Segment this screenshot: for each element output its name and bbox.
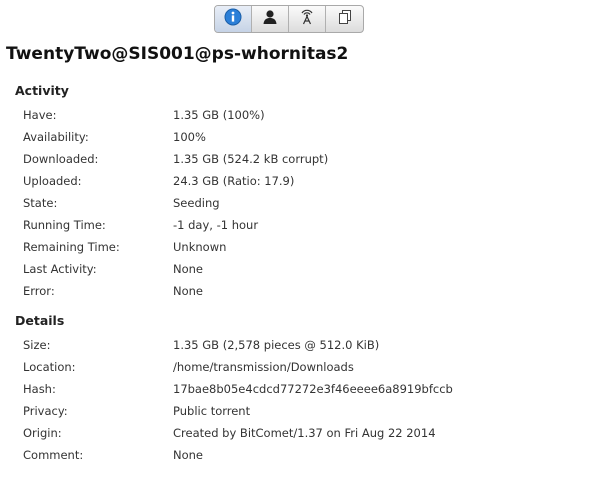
row-label: Origin:	[23, 426, 62, 440]
row-value: 1.35 GB (2,578 pieces @ 512.0 KiB)	[173, 338, 380, 352]
row-label: Size:	[23, 338, 51, 352]
tab-peers[interactable]	[252, 6, 289, 32]
row-value: 1.35 GB (100%)	[173, 108, 265, 122]
peers-icon	[261, 8, 279, 30]
row-label: Availability:	[23, 130, 89, 144]
activity-row-downloaded: Downloaded: 1.35 GB (524.2 kB corrupt)	[0, 152, 589, 174]
row-value: /home/transmission/Downloads	[173, 360, 354, 374]
activity-heading: Activity	[15, 83, 69, 98]
row-label: Comment:	[23, 448, 84, 462]
row-value: 100%	[173, 130, 206, 144]
details-row-hash: Hash: 17bae8b05e4cdcd77272e3f46eeee6a891…	[0, 382, 589, 404]
activity-row-state: State: Seeding	[0, 196, 589, 218]
row-label: State:	[23, 196, 58, 210]
row-value: Public torrent	[173, 404, 251, 418]
info-icon	[224, 8, 242, 30]
row-label: Uploaded:	[23, 174, 82, 188]
activity-row-running-time: Running Time: -1 day, -1 hour	[0, 218, 589, 240]
inspector-tabs	[214, 5, 364, 33]
activity-row-error: Error: None	[0, 284, 589, 306]
tab-files[interactable]	[326, 6, 363, 32]
row-label: Last Activity:	[23, 262, 97, 276]
row-value: Unknown	[173, 240, 227, 254]
details-row-comment: Comment: None	[0, 448, 589, 470]
row-value: 24.3 GB (Ratio: 17.9)	[173, 174, 295, 188]
row-label: Remaining Time:	[23, 240, 120, 254]
row-label: Hash:	[23, 382, 56, 396]
trackers-icon	[298, 8, 316, 30]
activity-row-uploaded: Uploaded: 24.3 GB (Ratio: 17.9)	[0, 174, 589, 196]
activity-row-remaining-time: Remaining Time: Unknown	[0, 240, 589, 262]
row-value: Created by BitComet/1.37 on Fri Aug 22 2…	[173, 426, 436, 440]
activity-row-have: Have: 1.35 GB (100%)	[0, 108, 589, 130]
inspector-panel: TwentyTwo@SIS001@ps-whornitas2 Activity …	[0, 0, 589, 494]
row-label: Error:	[23, 284, 55, 298]
row-label: Have:	[23, 108, 57, 122]
tab-info[interactable]	[215, 6, 252, 32]
details-heading: Details	[15, 313, 65, 328]
row-label: Downloaded:	[23, 152, 99, 166]
details-row-privacy: Privacy: Public torrent	[0, 404, 589, 426]
activity-row-last-activity: Last Activity: None	[0, 262, 589, 284]
row-label: Location:	[23, 360, 76, 374]
row-value: 17bae8b05e4cdcd77272e3f46eeee6a8919bfccb	[173, 382, 453, 396]
row-label: Running Time:	[23, 218, 106, 232]
details-row-location: Location: /home/transmission/Downloads	[0, 360, 589, 382]
row-value: None	[173, 284, 204, 298]
row-value: Seeding	[173, 196, 220, 210]
tab-trackers[interactable]	[289, 6, 326, 32]
row-value: -1 day, -1 hour	[173, 218, 259, 232]
details-row-origin: Origin: Created by BitComet/1.37 on Fri …	[0, 426, 589, 448]
torrent-name: TwentyTwo@SIS001@ps-whornitas2	[6, 44, 349, 64]
row-value: None	[173, 448, 204, 462]
details-row-size: Size: 1.35 GB (2,578 pieces @ 512.0 KiB)	[0, 338, 589, 360]
files-icon	[336, 8, 354, 30]
row-value: None	[173, 262, 204, 276]
activity-row-availability: Availability: 100%	[0, 130, 589, 152]
row-label: Privacy:	[23, 404, 68, 418]
row-value: 1.35 GB (524.2 kB corrupt)	[173, 152, 329, 166]
